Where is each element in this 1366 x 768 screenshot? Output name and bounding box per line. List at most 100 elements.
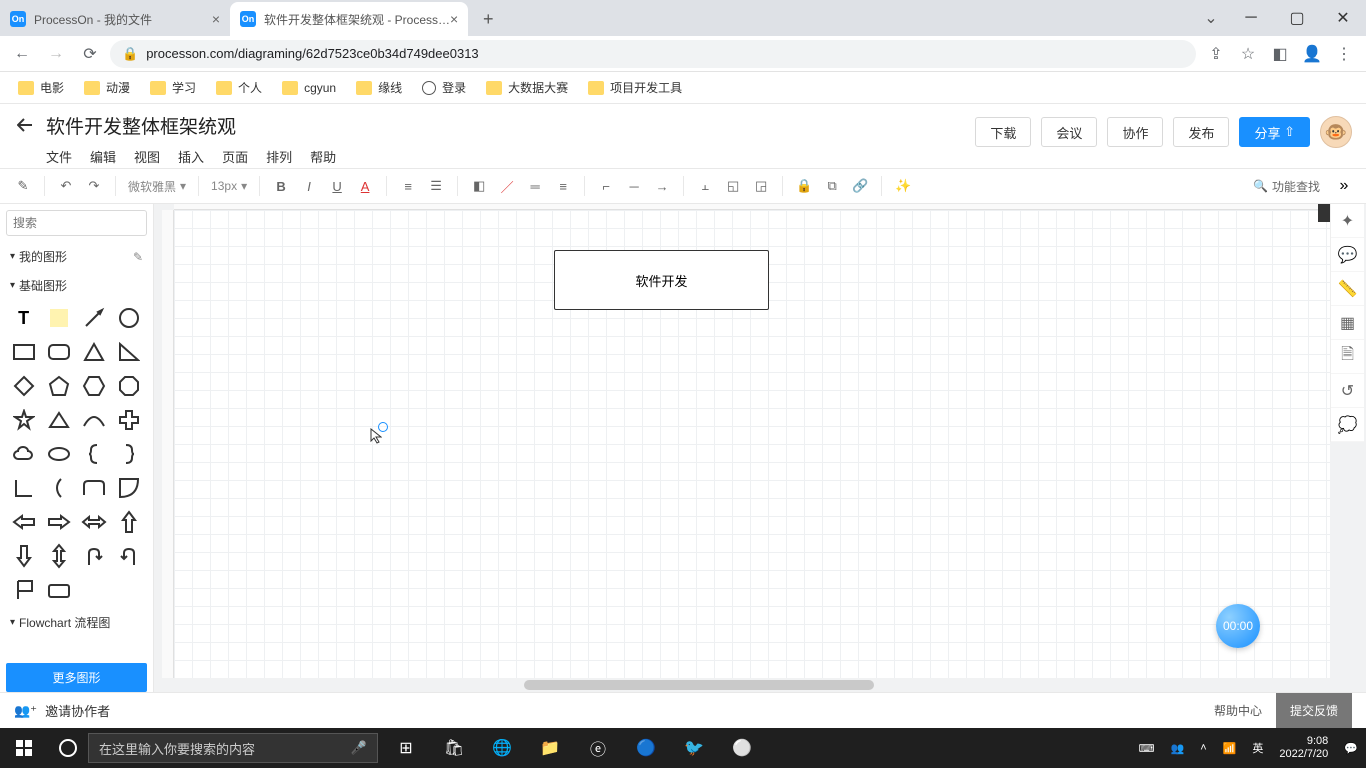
app-store-icon[interactable]: 🛍: [430, 728, 478, 768]
taskbar-search[interactable]: 在这里输入你要搜索的内容 🎤: [88, 733, 378, 763]
magic-icon[interactable]: ✨: [890, 173, 916, 199]
more-shapes-button[interactable]: 更多图形: [6, 663, 147, 692]
canvas[interactable]: 软件开发 00:00 ✦ 💬 📏 ▦ 🗎 ↺ 💭: [154, 204, 1366, 692]
url-field[interactable]: 🔒 processon.com/diagraming/62d7523ce0b34…: [110, 40, 1196, 68]
shape-tab[interactable]: [79, 474, 110, 502]
tray-lang[interactable]: 英: [1244, 728, 1271, 768]
shape-flag[interactable]: [8, 576, 39, 604]
bookmark-item[interactable]: 登录: [414, 75, 474, 100]
shape-octagon[interactable]: [114, 372, 145, 400]
canvas-surface[interactable]: 软件开发 00:00: [174, 210, 1330, 678]
close-window-button[interactable]: ✕: [1320, 0, 1366, 36]
back-to-files-button[interactable]: [14, 114, 36, 136]
lock-icon[interactable]: 🔒: [791, 173, 817, 199]
edit-icon[interactable]: ✎: [133, 250, 143, 264]
bookmark-item[interactable]: cgyun: [274, 77, 344, 99]
shape-brace-left[interactable]: [79, 440, 110, 468]
link-icon[interactable]: 🔗: [847, 173, 873, 199]
menu-page[interactable]: 页面: [222, 147, 248, 166]
app-icon-2[interactable]: ⚪: [718, 728, 766, 768]
back-button[interactable]: ←: [8, 40, 36, 68]
share-page-icon[interactable]: ⇪: [1202, 40, 1230, 68]
line-style-icon[interactable]: ═: [522, 173, 548, 199]
browser-tab[interactable]: On 软件开发整体框架统观 - Process… ×: [230, 2, 468, 36]
shape-star[interactable]: [8, 406, 39, 434]
shape-search[interactable]: 🔍: [6, 210, 147, 236]
new-tab-button[interactable]: +: [474, 5, 502, 33]
download-button[interactable]: 下载: [975, 117, 1031, 147]
tray-chevron-up-icon[interactable]: ˄: [1192, 728, 1214, 768]
recording-timer[interactable]: 00:00: [1216, 604, 1260, 648]
horizontal-scrollbar[interactable]: [524, 680, 874, 690]
menu-help[interactable]: 帮助: [310, 147, 336, 166]
fontsize-select[interactable]: 13px ▾: [207, 179, 251, 193]
send-back-icon[interactable]: ◲: [748, 173, 774, 199]
chrome-icon[interactable]: 🔵: [622, 728, 670, 768]
tray-clock[interactable]: 9:08 2022/7/20: [1271, 735, 1336, 761]
fill-color-icon[interactable]: ◧: [466, 173, 492, 199]
menu-view[interactable]: 视图: [134, 147, 160, 166]
document-title[interactable]: 软件开发整体框架统观: [46, 112, 336, 139]
navigator-icon[interactable]: ✦: [1331, 204, 1364, 238]
shape-arrow-both[interactable]: [79, 508, 110, 536]
shape-arrow-updown[interactable]: [43, 542, 74, 570]
bookmark-item[interactable]: 动漫: [76, 75, 138, 100]
layers-icon[interactable]: ▦: [1331, 306, 1364, 340]
shape-right-triangle[interactable]: [114, 338, 145, 366]
meeting-button[interactable]: 会议: [1041, 117, 1097, 147]
underline-icon[interactable]: U: [324, 173, 350, 199]
shape-uturn[interactable]: [79, 542, 110, 570]
ruler-icon[interactable]: 📏: [1331, 272, 1364, 306]
shape-arrow-left[interactable]: [8, 508, 39, 536]
shape-ellipse[interactable]: [43, 440, 74, 468]
reload-button[interactable]: ⟳: [76, 40, 104, 68]
tabs-caret-icon[interactable]: ⌄: [1194, 0, 1228, 36]
cortana-button[interactable]: [48, 739, 88, 757]
shape-note[interactable]: [43, 304, 74, 332]
shape-triangle[interactable]: [79, 338, 110, 366]
redo-icon[interactable]: ↷: [81, 173, 107, 199]
shape-arrow-up[interactable]: [114, 508, 145, 536]
shape-uturn-alt[interactable]: [114, 542, 145, 570]
shape-pentagon[interactable]: [43, 372, 74, 400]
mic-icon[interactable]: 🎤: [351, 740, 367, 756]
shape-arrow-down[interactable]: [8, 542, 39, 570]
bold-icon[interactable]: B: [268, 173, 294, 199]
shape-arrow-right[interactable]: [43, 508, 74, 536]
page-icon[interactable]: 🗎: [1331, 340, 1364, 374]
bookmark-item[interactable]: 电影: [10, 75, 72, 100]
start-button[interactable]: [0, 728, 48, 768]
shape-single-brace[interactable]: [43, 474, 74, 502]
tray-ime-icon[interactable]: ⌨: [1131, 728, 1163, 768]
connector-line-icon[interactable]: ─: [621, 173, 647, 199]
text-color-icon[interactable]: A: [352, 173, 378, 199]
bring-front-icon[interactable]: ◱: [720, 173, 746, 199]
bookmark-item[interactable]: 项目开发工具: [580, 75, 690, 100]
shape-search-input[interactable]: [13, 216, 168, 230]
app-icon[interactable]: 🐦: [670, 728, 718, 768]
chat-icon[interactable]: 💭: [1331, 408, 1364, 442]
connector-end-icon[interactable]: →: [649, 173, 675, 199]
stroke-color-icon[interactable]: ／: [494, 173, 520, 199]
shape-line[interactable]: [79, 304, 110, 332]
bookmark-item[interactable]: 学习: [142, 75, 204, 100]
help-center-link[interactable]: 帮助中心: [1200, 693, 1276, 729]
user-avatar[interactable]: 🐵: [1320, 116, 1352, 148]
invite-collaborators[interactable]: 👥⁺ 邀请协作者: [14, 701, 110, 720]
connector-start-icon[interactable]: ⌐: [593, 173, 619, 199]
shape-hexagon[interactable]: [79, 372, 110, 400]
shape-trapezoid[interactable]: [43, 406, 74, 434]
menu-insert[interactable]: 插入: [178, 147, 204, 166]
maximize-button[interactable]: ▢: [1274, 0, 1320, 36]
align-objects-icon[interactable]: ⫠: [692, 173, 718, 199]
browser-tab[interactable]: On ProcessOn - 我的文件 ×: [0, 2, 230, 36]
edge-icon[interactable]: 🌐: [478, 728, 526, 768]
collab-button[interactable]: 协作: [1107, 117, 1163, 147]
bookmark-item[interactable]: 缘线: [348, 75, 410, 100]
shape-text[interactable]: T: [8, 304, 39, 332]
format-painter-icon[interactable]: ✎: [10, 173, 36, 199]
group-icon[interactable]: ⧉: [819, 173, 845, 199]
shape-brace-right[interactable]: [114, 440, 145, 468]
menu-edit[interactable]: 编辑: [90, 147, 116, 166]
tray-notifications-icon[interactable]: 💬: [1336, 728, 1366, 768]
